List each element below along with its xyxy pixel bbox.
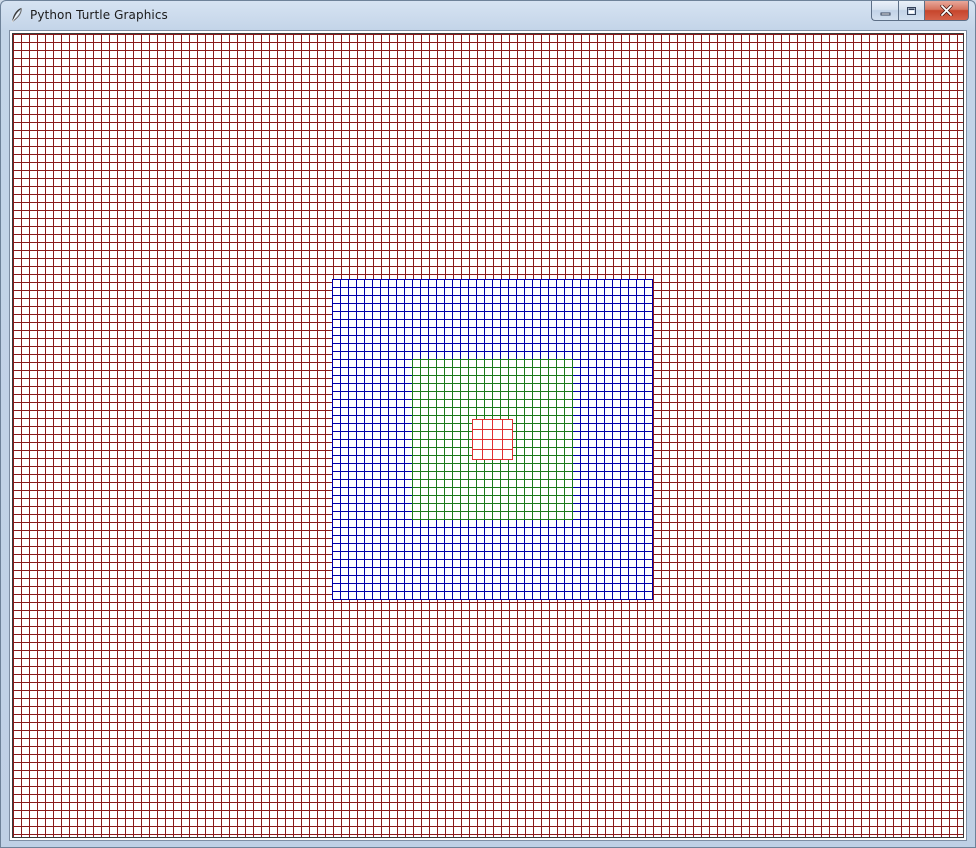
- turtle-canvas[interactable]: [13, 34, 963, 837]
- grid-red: [472, 419, 513, 460]
- window-title: Python Turtle Graphics: [30, 8, 168, 22]
- minimize-button[interactable]: [871, 1, 898, 21]
- close-button[interactable]: [924, 1, 969, 21]
- minimize-icon: [880, 1, 891, 20]
- turtle-window: Python Turtle Graphics: [0, 0, 976, 848]
- caption-buttons: [871, 1, 969, 21]
- maximize-icon: [906, 1, 917, 20]
- maximize-button[interactable]: [898, 1, 924, 21]
- turtle-canvas-area[interactable]: [12, 33, 964, 838]
- canvas-frame: [9, 30, 967, 841]
- feather-icon[interactable]: [10, 7, 24, 23]
- close-icon: [940, 1, 953, 20]
- title-bar[interactable]: Python Turtle Graphics: [1, 1, 975, 29]
